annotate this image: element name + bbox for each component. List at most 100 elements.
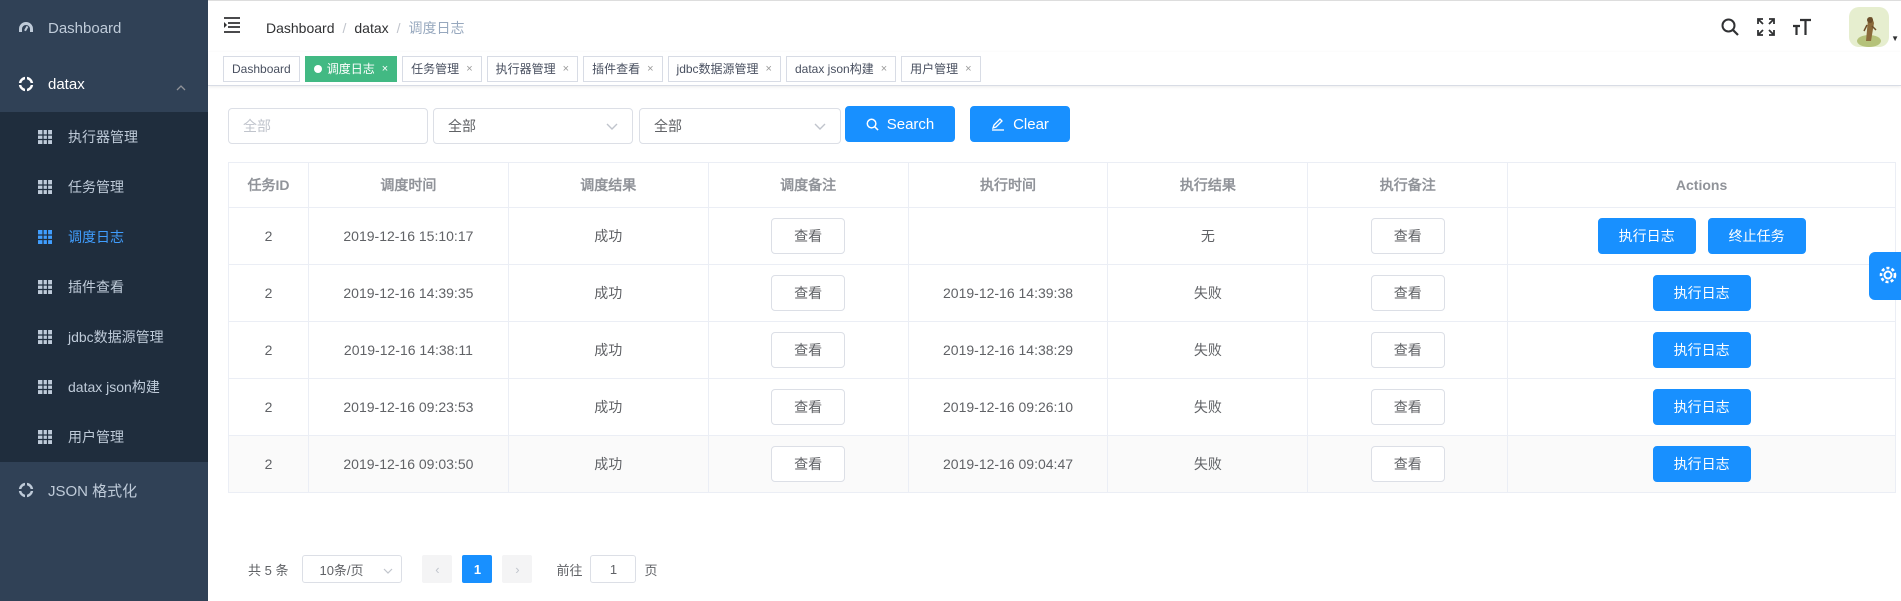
goto-prefix: 前往: [556, 562, 583, 578]
tag-label: 用户管理: [910, 61, 959, 76]
cell-exec-result: 失败: [1108, 265, 1309, 321]
exec-log-button[interactable]: 执行日志: [1652, 275, 1751, 311]
exec-log-button[interactable]: 执行日志: [1652, 389, 1751, 425]
hamburger-icon[interactable]: [224, 17, 244, 35]
dashboard-icon: [18, 20, 34, 36]
table-icon: [38, 280, 52, 294]
view-trigger-msg-button[interactable]: 查看: [771, 275, 846, 311]
cell-trigger-result: 成功: [509, 379, 709, 435]
sidebar-item-tasks[interactable]: 任务管理: [0, 162, 208, 212]
cell-trigger-result: 成功: [509, 265, 709, 321]
sidebar-item-json-build[interactable]: datax json构建: [0, 362, 208, 412]
status-select[interactable]: 全部: [433, 108, 633, 144]
settings-button[interactable]: [1869, 252, 1901, 300]
caret-down-icon[interactable]: ▼: [1891, 34, 1899, 43]
cell-trigger-result: 成功: [509, 436, 709, 492]
result-select[interactable]: 全部: [639, 108, 841, 144]
breadcrumb: Dashboard / datax / 调度日志: [266, 18, 465, 38]
chevron-up-icon: [176, 78, 186, 95]
chevron-down-icon: [383, 562, 393, 577]
tag-users[interactable]: 用户管理 ×: [901, 55, 981, 82]
tag-dashboard[interactable]: Dashboard: [223, 55, 300, 82]
cell-job-id: 2: [229, 379, 309, 435]
header-cell: 执行备注: [1308, 163, 1509, 207]
breadcrumb-dashboard[interactable]: Dashboard: [266, 20, 335, 36]
cell-exec-time: 2019-12-16 09:26:10: [909, 379, 1109, 435]
tag-executor[interactable]: 执行器管理 ×: [486, 55, 579, 82]
view-trigger-msg-button[interactable]: 查看: [771, 218, 846, 254]
menu-item-json-format[interactable]: JSON 格式化: [0, 462, 208, 518]
page-number-button[interactable]: 1: [462, 555, 493, 583]
view-trigger-msg-button[interactable]: 查看: [771, 389, 846, 425]
fullscreen-icon[interactable]: [1755, 16, 1777, 38]
next-page-button[interactable]: ›: [502, 555, 533, 583]
view-exec-msg-button[interactable]: 查看: [1370, 389, 1445, 425]
stop-task-button[interactable]: 终止任务: [1707, 218, 1806, 254]
select-value: 全部: [654, 118, 682, 134]
view-exec-msg-button[interactable]: 查看: [1370, 332, 1445, 368]
sidebar-item-executor[interactable]: 执行器管理: [0, 112, 208, 162]
cell-trigger-result: 成功: [509, 322, 709, 378]
goto-page-input[interactable]: [590, 555, 637, 583]
cell-job-id: 2: [229, 322, 309, 378]
avatar[interactable]: [1849, 7, 1889, 47]
exec-log-button[interactable]: 执行日志: [1597, 218, 1696, 254]
sidebar-item-label: 插件查看: [68, 279, 124, 295]
exec-log-button[interactable]: 执行日志: [1652, 446, 1751, 482]
table-header: 任务ID 调度时间 调度结果 调度备注 执行时间 执行结果 执行备注 Actio…: [229, 163, 1896, 208]
view-exec-msg-button[interactable]: 查看: [1370, 275, 1445, 311]
sidebar-item-plugins[interactable]: 插件查看: [0, 262, 208, 312]
sidebar-item-jdbc[interactable]: jdbc数据源管理: [0, 312, 208, 362]
table-icon: [38, 230, 52, 244]
cell-exec-time: 2019-12-16 14:38:29: [909, 322, 1109, 378]
font-size-icon[interactable]: [1791, 16, 1813, 38]
tag-label: datax json构建: [794, 61, 874, 76]
close-icon[interactable]: ×: [563, 57, 569, 81]
search-icon[interactable]: [1719, 16, 1741, 38]
tag-jdbc[interactable]: jdbc数据源管理 ×: [667, 55, 781, 82]
exec-log-button[interactable]: 执行日志: [1652, 332, 1751, 368]
view-exec-msg-button[interactable]: 查看: [1370, 446, 1445, 482]
cell-job-id: 2: [229, 436, 309, 492]
search-button[interactable]: Search: [845, 106, 955, 142]
sidebar-item-logs[interactable]: 调度日志: [0, 212, 208, 262]
breadcrumb-current: 调度日志: [408, 20, 465, 36]
close-icon[interactable]: ×: [647, 57, 653, 81]
component-icon: [18, 76, 34, 92]
breadcrumb-datax[interactable]: datax: [354, 20, 388, 36]
close-icon[interactable]: ×: [965, 57, 971, 81]
search-icon: [866, 118, 879, 131]
cell-trigger-result: 成功: [509, 208, 709, 264]
menu-item-dashboard[interactable]: Dashboard: [0, 0, 208, 56]
close-icon[interactable]: ×: [766, 57, 772, 81]
close-icon[interactable]: ×: [881, 57, 887, 81]
cell-exec-result: 无: [1108, 208, 1309, 264]
tag-label: 调度日志: [326, 61, 375, 76]
tag-tasks[interactable]: 任务管理 ×: [402, 55, 482, 82]
prev-page-button[interactable]: ‹: [422, 555, 453, 583]
cell-actions: 执行日志 终止任务: [1508, 208, 1896, 264]
sidebar-item-users[interactable]: 用户管理: [0, 412, 208, 462]
tag-json-build[interactable]: datax json构建 ×: [785, 55, 897, 82]
menu-item-datax[interactable]: datax: [0, 56, 208, 112]
breadcrumb-separator: /: [396, 20, 401, 36]
edit-icon: [991, 117, 1005, 131]
job-id-input[interactable]: [228, 108, 428, 144]
clear-button[interactable]: Clear: [970, 106, 1070, 142]
pagination: 共 5 条 10条/页 ‹ 1 › 前往 页: [248, 555, 658, 583]
close-icon[interactable]: ×: [382, 57, 388, 81]
cell-actions: 执行日志: [1508, 379, 1896, 435]
view-exec-msg-button[interactable]: 查看: [1370, 218, 1445, 254]
cell-exec-time: 2019-12-16 09:04:47: [909, 436, 1109, 492]
view-trigger-msg-button[interactable]: 查看: [771, 332, 846, 368]
tag-logs[interactable]: 调度日志 ×: [304, 55, 398, 82]
cell-exec-msg: 查看: [1308, 379, 1509, 435]
view-trigger-msg-button[interactable]: 查看: [771, 446, 846, 482]
table-icon: [38, 430, 52, 444]
active-dot-icon: [313, 64, 322, 73]
tag-plugins[interactable]: 插件查看 ×: [583, 55, 663, 82]
close-icon[interactable]: ×: [466, 57, 472, 81]
page-size-select[interactable]: 10条/页: [302, 555, 403, 583]
tag-label: 任务管理: [411, 61, 460, 76]
cell-trigger-time: 2019-12-16 14:39:35: [309, 265, 509, 321]
